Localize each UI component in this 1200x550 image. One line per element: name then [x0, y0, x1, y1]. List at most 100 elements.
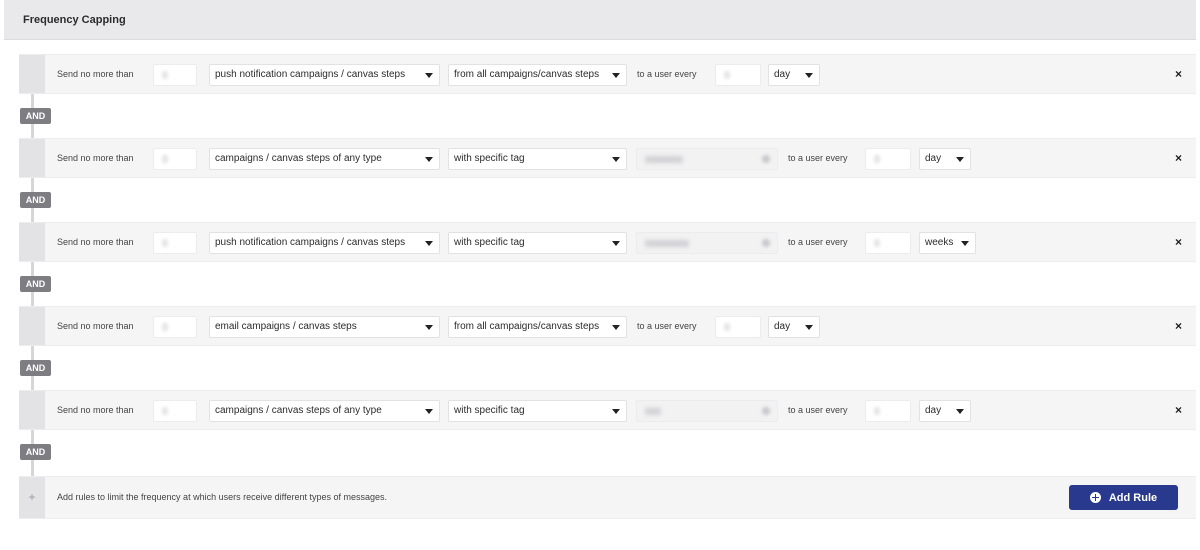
period-unit-value: day [925, 153, 942, 164]
chevron-down-icon [425, 409, 433, 414]
drag-handle[interactable] [19, 55, 45, 93]
message-count-input[interactable] [153, 316, 197, 338]
source-select[interactable]: from all campaigns/canvas steps [448, 316, 627, 338]
rule-row-3: Send no more than push notification camp… [19, 222, 1196, 262]
period-count-input[interactable] [715, 64, 761, 86]
source-value: from all campaigns/canvas steps [454, 321, 600, 332]
drag-handle[interactable] [19, 391, 45, 429]
campaign-type-select[interactable]: campaigns / canvas steps of any type [209, 148, 440, 170]
rule-connector [31, 124, 34, 138]
chevron-down-icon [425, 157, 433, 162]
and-badge: AND [20, 108, 51, 124]
campaign-type-value: campaigns / canvas steps of any type [215, 405, 382, 416]
clear-tag-icon[interactable] [762, 407, 770, 415]
to-a-user-every-label: to a user every [637, 321, 697, 331]
and-badge: AND [20, 276, 51, 292]
chevron-down-icon [956, 157, 964, 162]
campaign-type-value: campaigns / canvas steps of any type [215, 153, 382, 164]
source-select[interactable]: with specific tag [448, 148, 627, 170]
rule-connector [31, 94, 34, 108]
send-no-more-than-label: Send no more than [57, 69, 134, 79]
clear-tag-icon[interactable] [762, 239, 770, 247]
message-count-input[interactable] [153, 148, 197, 170]
chevron-down-icon [612, 241, 620, 246]
period-unit-value: weeks [925, 237, 954, 248]
drag-handle[interactable] [19, 307, 45, 345]
add-rule-button-label: Add Rule [1108, 491, 1158, 504]
frequency-capping-panel: Frequency Capping Send no more than push… [4, 0, 1196, 550]
source-value: with specific tag [454, 405, 525, 416]
tag-select[interactable] [636, 232, 778, 254]
source-select[interactable]: from all campaigns/canvas steps [448, 64, 627, 86]
chevron-down-icon [956, 409, 964, 414]
to-a-user-every-label: to a user every [788, 237, 848, 247]
send-no-more-than-label: Send no more than [57, 405, 134, 415]
to-a-user-every-label: to a user every [637, 69, 697, 79]
rule-connector [31, 262, 34, 276]
campaign-type-select[interactable]: email campaigns / canvas steps [209, 316, 440, 338]
period-unit-value: day [925, 405, 942, 416]
message-count-input[interactable] [153, 64, 197, 86]
period-count-input[interactable] [715, 316, 761, 338]
remove-rule-icon[interactable]: × [1175, 391, 1182, 429]
clear-tag-icon[interactable] [762, 155, 770, 163]
source-value: from all campaigns/canvas steps [454, 69, 600, 80]
remove-rule-icon[interactable]: × [1175, 55, 1182, 93]
campaign-type-value: email campaigns / canvas steps [215, 321, 357, 332]
rule-connector [31, 208, 34, 222]
and-badge: AND [20, 360, 51, 376]
period-count-input[interactable] [865, 232, 911, 254]
rule-connector [31, 460, 34, 476]
tag-select[interactable] [636, 400, 778, 422]
send-no-more-than-label: Send no more than [57, 321, 134, 331]
chevron-down-icon [612, 325, 620, 330]
source-select[interactable]: with specific tag [448, 400, 627, 422]
campaign-type-select[interactable]: push notification campaigns / canvas ste… [209, 232, 440, 254]
remove-rule-icon[interactable]: × [1175, 307, 1182, 345]
tag-select[interactable] [636, 148, 778, 170]
campaign-type-select[interactable]: campaigns / canvas steps of any type [209, 400, 440, 422]
remove-rule-icon[interactable]: × [1175, 223, 1182, 261]
drag-handle[interactable] [19, 139, 45, 177]
rule-connector [31, 430, 34, 444]
message-count-input[interactable] [153, 400, 197, 422]
period-unit-value: day [774, 69, 791, 80]
rule-row-4: Send no more than email campaigns / canv… [19, 306, 1196, 346]
period-unit-select[interactable]: day [919, 148, 971, 170]
remove-rule-icon[interactable]: × [1175, 139, 1182, 177]
plus-icon[interactable]: + [19, 477, 45, 518]
rule-connector [31, 178, 34, 192]
period-unit-select[interactable]: weeks [919, 232, 976, 254]
chevron-down-icon [612, 157, 620, 162]
period-unit-select[interactable]: day [768, 64, 820, 86]
and-badge: AND [20, 444, 51, 460]
rule-row-1: Send no more than push notification camp… [19, 54, 1196, 94]
drag-handle[interactable] [19, 223, 45, 261]
chevron-down-icon [805, 73, 813, 78]
chevron-down-icon [425, 325, 433, 330]
period-unit-select[interactable]: day [768, 316, 820, 338]
chevron-down-icon [425, 241, 433, 246]
period-unit-value: day [774, 321, 791, 332]
source-value: with specific tag [454, 237, 525, 248]
add-rule-hint: Add rules to limit the frequency at whic… [57, 492, 387, 502]
send-no-more-than-label: Send no more than [57, 153, 134, 163]
rule-row-2: Send no more than campaigns / canvas ste… [19, 138, 1196, 178]
campaign-type-select[interactable]: push notification campaigns / canvas ste… [209, 64, 440, 86]
plus-circle-icon [1089, 492, 1101, 503]
message-count-input[interactable] [153, 232, 197, 254]
to-a-user-every-label: to a user every [788, 153, 848, 163]
rule-row-5: Send no more than campaigns / canvas ste… [19, 390, 1196, 430]
rule-connector [31, 376, 34, 390]
source-select[interactable]: with specific tag [448, 232, 627, 254]
period-unit-select[interactable]: day [919, 400, 971, 422]
chevron-down-icon [961, 241, 969, 246]
panel-header: Frequency Capping [4, 0, 1196, 40]
rule-connector [31, 346, 34, 360]
period-count-input[interactable] [865, 148, 911, 170]
add-rule-button[interactable]: Add Rule [1069, 485, 1178, 510]
campaign-type-value: push notification campaigns / canvas ste… [215, 237, 406, 248]
add-rule-row: + Add rules to limit the frequency at wh… [19, 476, 1196, 519]
period-count-input[interactable] [865, 400, 911, 422]
panel-title: Frequency Capping [23, 13, 126, 26]
